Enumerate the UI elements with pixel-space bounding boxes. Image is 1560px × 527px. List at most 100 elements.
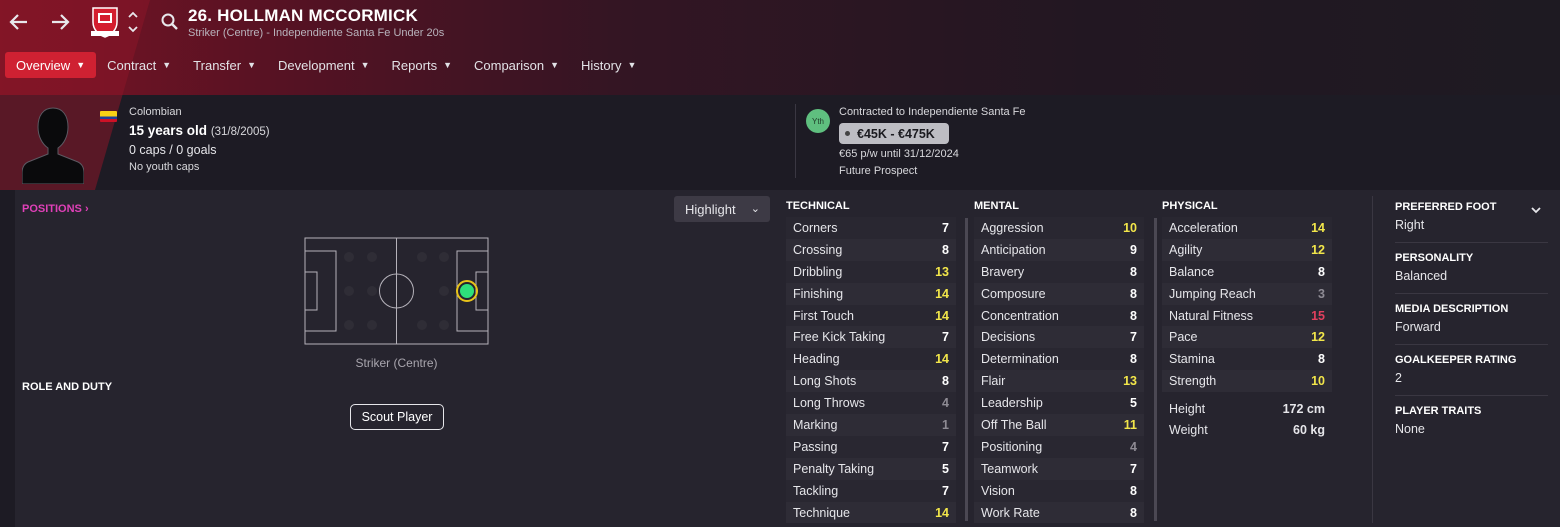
attribute-row[interactable]: Passing 7 [786, 435, 956, 458]
back-arrow-icon[interactable] [5, 8, 33, 36]
attribute-row[interactable]: Leadership 5 [974, 392, 1144, 415]
chevron-down-icon: ▼ [247, 60, 257, 70]
attribute-name: Agility [1169, 242, 1203, 257]
side-separator [1395, 242, 1548, 243]
tab-comparison[interactable]: Comparison ▼ [463, 52, 570, 78]
player-silhouette-icon [21, 104, 85, 185]
attribute-name: Passing [793, 439, 838, 454]
role-duty-heading: ROLE AND DUTY [22, 381, 113, 393]
attribute-name: Determination [981, 352, 1059, 367]
scout-player-button[interactable]: Scout Player [350, 404, 444, 430]
attribute-name: Acceleration [1169, 220, 1238, 235]
player-subtitle: Striker (Centre) - Independiente Santa F… [188, 27, 445, 39]
attribute-row[interactable]: Dribbling 13 [786, 260, 956, 283]
attribute-row[interactable]: Off The Ball 11 [974, 414, 1144, 436]
attribute-name: Technique [793, 505, 850, 520]
attribute-row[interactable]: Corners 7 [786, 217, 956, 239]
attribute-row[interactable]: Balance 8 [1162, 260, 1332, 283]
attribute-row[interactable]: Concentration 8 [974, 304, 1144, 327]
nationality: Colombian [129, 106, 182, 118]
attribute-value: 9 [1130, 242, 1137, 257]
attribute-row[interactable]: Agility 12 [1162, 238, 1332, 261]
attribute-name: Work Rate [981, 505, 1040, 520]
tab-label: Transfer [193, 57, 242, 73]
chevron-down-icon: ▼ [627, 60, 637, 70]
attribute-row[interactable]: Pace 12 [1162, 326, 1332, 349]
attribute-name: Leadership [981, 396, 1043, 411]
positions-link[interactable]: POSITIONS › [22, 203, 89, 215]
attribute-row[interactable]: Positioning 4 [974, 435, 1144, 458]
tab-label: Comparison [474, 57, 545, 73]
attribute-row[interactable]: Stamina 8 [1162, 348, 1332, 371]
tab-development[interactable]: Development ▼ [267, 52, 381, 78]
attribute-row[interactable]: Long Shots 8 [786, 370, 956, 393]
attribute-row[interactable]: Bravery 8 [974, 260, 1144, 283]
attribute-name: Teamwork [981, 461, 1038, 476]
contracted-to: Contracted to Independiente Santa Fe [839, 106, 1026, 118]
attribute-row[interactable]: Penalty Taking 5 [786, 457, 956, 480]
attribute-row[interactable]: Acceleration 14 [1162, 217, 1332, 239]
attribute-value: 7 [942, 483, 949, 498]
chevron-down-icon: ▼ [550, 60, 560, 70]
mental-scrollbar[interactable] [1154, 218, 1157, 521]
attribute-value: 5 [1130, 396, 1137, 411]
tab-contract[interactable]: Contract ▼ [96, 52, 182, 78]
attribute-name: Crossing [793, 242, 843, 257]
attribute-row[interactable]: First Touch 14 [786, 304, 956, 327]
attribute-row[interactable]: Composure 8 [974, 282, 1144, 305]
chevron-down-icon: ⌄ [750, 203, 760, 215]
attribute-value: 15 [1311, 308, 1325, 323]
attribute-row[interactable]: Crossing 8 [786, 238, 956, 261]
attribute-row[interactable]: Anticipation 9 [974, 238, 1144, 261]
attribute-value: 12 [1311, 242, 1325, 257]
prospect-status: Future Prospect [839, 165, 918, 177]
attribute-row[interactable]: Heading 14 [786, 348, 956, 371]
attribute-value: 8 [942, 374, 949, 389]
attribute-value: 13 [1123, 374, 1137, 389]
attribute-value: 4 [1130, 439, 1137, 454]
highlight-dropdown[interactable]: Highlight ⌄ [674, 196, 770, 222]
attribute-row[interactable]: Jumping Reach 3 [1162, 282, 1332, 305]
attribute-row[interactable]: Technique 14 [786, 501, 956, 524]
height-row: Height 172 cm [1162, 398, 1332, 419]
tab-transfer[interactable]: Transfer ▼ [182, 52, 267, 78]
player-traits-label: PLAYER TRAITS [1395, 405, 1482, 417]
attribute-name: Long Throws [793, 396, 866, 411]
attribute-row[interactable]: Long Throws 4 [786, 392, 956, 415]
attribute-row[interactable]: Teamwork 7 [974, 457, 1144, 480]
attribute-name: Dribbling [793, 264, 843, 279]
attribute-value: 4 [942, 396, 949, 411]
attribute-name: Jumping Reach [1169, 286, 1256, 301]
technical-scrollbar[interactable] [965, 218, 968, 521]
youth-caps: No youth caps [129, 161, 200, 173]
chevron-down-icon: ▼ [443, 60, 452, 70]
player-switch-updown-icon[interactable] [126, 8, 140, 36]
position-label: Striker (Centre) [355, 356, 438, 370]
chevron-down-icon[interactable] [1530, 204, 1542, 219]
attribute-row[interactable]: Natural Fitness 15 [1162, 304, 1332, 327]
attribute-row[interactable]: Marking 1 [786, 414, 956, 436]
attribute-row[interactable]: Work Rate 8 [974, 501, 1144, 524]
side-separator [1395, 395, 1548, 396]
player-age: 15 years old (31/8/2005) [129, 123, 270, 138]
attribute-value: 7 [942, 439, 949, 454]
goalkeeper-rating-label: GOALKEEPER RATING [1395, 354, 1517, 366]
search-icon[interactable] [160, 12, 180, 32]
tab-reports[interactable]: Reports ▼ [381, 52, 463, 78]
technical-heading: TECHNICAL [786, 200, 850, 212]
attribute-row[interactable]: Aggression 10 [974, 217, 1144, 239]
attribute-row[interactable]: Tackling 7 [786, 479, 956, 502]
attribute-row[interactable]: Finishing 14 [786, 282, 956, 305]
attribute-row[interactable]: Strength 10 [1162, 370, 1332, 393]
attribute-row[interactable]: Flair 13 [974, 370, 1144, 393]
attribute-row[interactable]: Decisions 7 [974, 326, 1144, 349]
transfer-value-pill[interactable]: €45K - €475K [839, 123, 949, 144]
attribute-row[interactable]: Determination 8 [974, 348, 1144, 371]
tab-history[interactable]: History ▼ [570, 52, 647, 78]
club-crest-icon[interactable] [88, 5, 122, 39]
tab-overview[interactable]: Overview ▼ [5, 52, 97, 78]
forward-arrow-icon[interactable] [46, 8, 74, 36]
colombia-flag-icon [100, 111, 117, 122]
attribute-row[interactable]: Free Kick Taking 7 [786, 326, 956, 349]
attribute-row[interactable]: Vision 8 [974, 479, 1144, 502]
